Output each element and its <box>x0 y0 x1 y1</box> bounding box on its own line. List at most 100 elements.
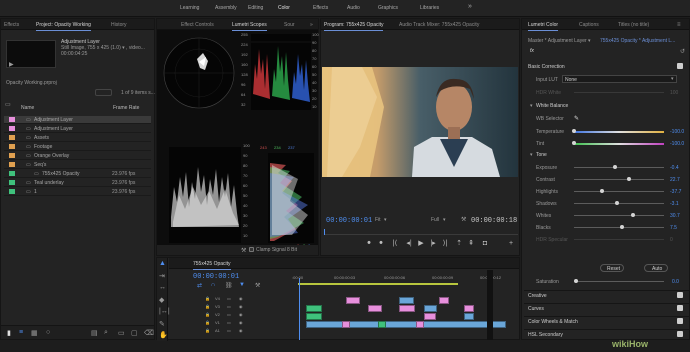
tab-project[interactable]: Project: Opacity Working <box>36 22 91 31</box>
project-row[interactable]: ▭ Orange Overlay <box>4 152 151 160</box>
extract-icon[interactable]: ⇞ <box>467 239 475 247</box>
saturation-slider[interactable] <box>574 281 664 282</box>
clip-v2-2[interactable] <box>424 313 436 320</box>
wb-slider-knob[interactable] <box>572 141 576 145</box>
mark-out-icon[interactable]: ⦁ <box>377 239 385 247</box>
trash-icon[interactable]: ⌫ <box>144 329 154 337</box>
clip-v3-3[interactable] <box>399 305 415 312</box>
label-color-swatch[interactable] <box>9 189 15 194</box>
project-row[interactable]: ▭ Seq's <box>4 161 151 169</box>
breadcrumb-master[interactable]: Master * Adjustment Layer <box>528 38 587 44</box>
hdr-white-slider[interactable] <box>574 92 664 93</box>
clip-v2-3[interactable] <box>464 313 474 320</box>
tone-value[interactable]: -3.1 <box>670 201 679 207</box>
label-color-swatch[interactable] <box>9 162 15 167</box>
tone-slider[interactable] <box>574 215 664 216</box>
hand-icon[interactable]: ✋ <box>159 331 168 339</box>
fit-select[interactable]: Fit <box>375 217 381 223</box>
section-header[interactable]: Curves <box>528 306 544 312</box>
clamp-signal-checkbox[interactable] <box>249 247 254 252</box>
selection-tool-icon[interactable]: ▲ <box>159 260 166 267</box>
settings-wrench-icon[interactable]: ⚒ <box>255 282 260 289</box>
basic-correction-checkbox[interactable] <box>677 63 683 69</box>
section-header[interactable]: Creative <box>528 293 547 299</box>
go-to-in-icon[interactable]: |⟨ <box>391 239 399 247</box>
tab-program[interactable]: Program: 755x425 Opacity <box>324 22 384 31</box>
reset-icon[interactable]: ↺ <box>680 48 685 55</box>
camera-icon[interactable]: ◘ <box>481 239 489 247</box>
tone-value[interactable]: -0.4 <box>670 165 679 171</box>
workspace-assembly[interactable]: Assembly <box>215 5 237 11</box>
snap-icon[interactable]: ∩ <box>211 282 215 288</box>
clip-v4-2[interactable] <box>399 297 414 304</box>
track-eye-icon[interactable]: ◉ <box>239 320 243 325</box>
program-current-time[interactable]: 00:00:00:01 <box>326 217 372 225</box>
tone-chevron-icon[interactable]: ▾ <box>530 152 533 158</box>
new-item-icon[interactable]: ▢ <box>131 329 138 337</box>
label-color-swatch[interactable] <box>9 171 15 176</box>
track-lock-icon[interactable]: 🔒 <box>205 304 210 309</box>
program-scrubber[interactable] <box>324 229 518 235</box>
workspace-libraries[interactable]: Libraries <box>420 5 439 11</box>
chevron-right-icon[interactable]: » <box>310 22 313 28</box>
project-row[interactable]: ▭ Footage <box>4 143 151 151</box>
lift-icon[interactable]: ⇡ <box>455 239 463 247</box>
tab-effects[interactable]: Effects <box>4 22 19 28</box>
column-name[interactable]: Name <box>21 105 34 111</box>
tone-value[interactable]: 0 <box>670 237 673 243</box>
track-eye-icon[interactable]: ◉ <box>239 304 243 309</box>
ripple-edit-icon[interactable]: ↔ <box>159 284 166 291</box>
chevron-down-icon[interactable]: ▾ <box>588 38 591 44</box>
label-color-swatch[interactable] <box>9 144 15 149</box>
play-icon[interactable]: ▶ <box>417 239 425 247</box>
tone-slider-knob[interactable] <box>615 201 620 205</box>
project-row[interactable]: ▭ 1 23.976 fps <box>4 188 151 196</box>
go-to-out-icon[interactable]: ⟩| <box>441 239 449 247</box>
tab-audio-track-mixer[interactable]: Audio Track Mixer: 755x425 Opacity <box>399 22 479 28</box>
add-icon[interactable]: + <box>507 239 515 247</box>
track-output-icon[interactable]: ▭ <box>227 328 231 333</box>
mark-in-icon[interactable]: ⦁ <box>365 239 373 247</box>
clip-v2-1[interactable] <box>306 313 322 320</box>
tone-slider-knob[interactable] <box>612 165 617 169</box>
section-checkbox[interactable] <box>677 305 683 311</box>
saturation-knob[interactable] <box>574 279 578 283</box>
track-output-icon[interactable]: ▭ <box>227 296 231 301</box>
tone-slider[interactable] <box>574 191 664 192</box>
linked-selection-icon[interactable]: ⛓ <box>225 282 233 289</box>
track-lock-icon[interactable]: 🔒 <box>205 312 210 317</box>
step-back-icon[interactable]: ◂| <box>405 239 413 247</box>
folder-icon[interactable]: ▭ <box>5 101 11 108</box>
double-chevron-right-icon[interactable]: » <box>468 3 472 10</box>
section-header[interactable]: Color Wheels & Match <box>528 319 578 325</box>
workspace-graphics[interactable]: Graphics <box>378 5 398 11</box>
track-output-icon[interactable]: ▭ <box>227 304 231 309</box>
pen-icon[interactable]: ✎ <box>159 320 165 328</box>
clip-v1-c[interactable] <box>416 321 424 328</box>
workspace-effects[interactable]: Effects <box>313 5 328 11</box>
timeline-timecode[interactable]: 00:00:00:01 <box>193 273 239 281</box>
basic-correction-header[interactable]: Basic Correction <box>528 64 565 70</box>
label-color-swatch[interactable] <box>9 153 15 158</box>
tone-slider-knob[interactable] <box>626 177 631 181</box>
workspace-editing[interactable]: Editing <box>248 5 263 11</box>
automate-icon[interactable]: ▤ <box>91 329 98 337</box>
tab-history[interactable]: History <box>111 22 127 28</box>
tab-titles[interactable]: Titles (no title) <box>618 22 649 28</box>
quality-select[interactable]: Full <box>431 217 439 223</box>
section-header[interactable]: HSL Secondary <box>528 332 563 338</box>
white-balance-chevron-icon[interactable]: ▾ <box>530 103 533 109</box>
tone-header[interactable]: Tone <box>536 152 547 158</box>
track-eye-icon[interactable]: ◉ <box>239 296 243 301</box>
workspace-color[interactable]: Color <box>278 5 290 11</box>
white-balance-header[interactable]: White Balance <box>536 103 568 109</box>
slip-icon[interactable]: |↔| <box>159 308 170 315</box>
icon-view-icon[interactable]: ▦ <box>31 329 38 337</box>
timeline-ruler[interactable]: :00:00 00:00:00:03 00:00:00:06 00:00:00:… <box>292 273 512 283</box>
fx-label[interactable]: fx <box>530 48 534 54</box>
section-checkbox[interactable] <box>677 318 683 324</box>
input-lut-select[interactable] <box>562 75 677 83</box>
tone-slider[interactable] <box>574 203 664 204</box>
tone-value[interactable]: -37.7 <box>670 189 681 195</box>
tone-slider-knob[interactable] <box>619 225 624 229</box>
